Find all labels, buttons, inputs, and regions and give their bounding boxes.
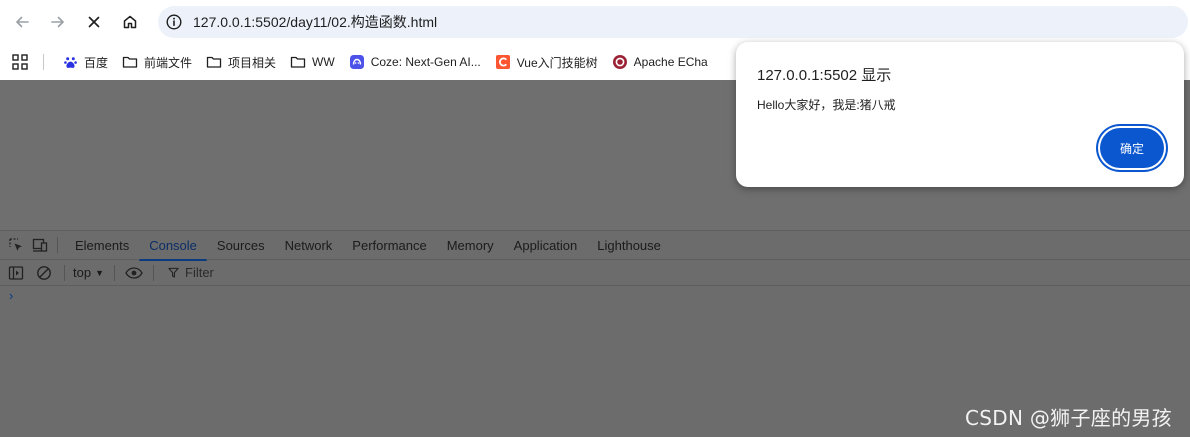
coze-icon (349, 54, 365, 70)
tab-performance[interactable]: Performance (342, 231, 436, 260)
context-selector[interactable]: top ▼ (73, 265, 104, 280)
back-icon (16, 16, 29, 28)
tab-application[interactable]: Application (504, 231, 588, 260)
caret-down-icon: ▼ (95, 267, 104, 278)
bookmark-label: Vue入门技能树 (516, 55, 598, 70)
watermark: CSDN @狮子座的男孩 (965, 406, 1172, 430)
console-toolbar: top ▼ Filter (0, 260, 1190, 286)
folder-icon (122, 54, 138, 70)
bookmarks-divider (43, 54, 44, 70)
filter-placeholder: Filter (185, 265, 214, 280)
bookmark-label: 百度 (84, 55, 109, 70)
stop-icon (88, 16, 100, 28)
apps-grid-icon[interactable] (11, 53, 29, 71)
context-label: top (73, 265, 92, 280)
address-url[interactable]: 127.0.0.1:5502/day11/02.构造函数.html (193, 12, 437, 32)
device-toolbar-icon[interactable] (32, 237, 48, 253)
tab-lighthouse[interactable]: Lighthouse (587, 231, 671, 260)
address-bar[interactable]: 127.0.0.1:5502/day11/02.构造函数.html (158, 6, 1188, 38)
console-divider (64, 264, 65, 281)
devtools-divider (57, 237, 58, 253)
filter-icon (168, 267, 179, 278)
bookmark-label: 前端文件 (144, 55, 193, 70)
bookmark-folder-project[interactable]: 项目相关 (199, 49, 283, 75)
csdn-icon (495, 54, 511, 70)
tab-elements[interactable]: Elements (65, 231, 139, 260)
console-divider (114, 264, 115, 281)
alert-dialog: 127.0.0.1:5502 显示 Hello大家好，我是:猪八戒 确定 (736, 42, 1184, 187)
bookmark-label: Coze: Next-Gen AI... (370, 55, 481, 69)
tab-console[interactable]: Console (139, 231, 207, 261)
baidu-icon (62, 54, 78, 70)
bookmark-folder-ww[interactable]: WW (283, 49, 342, 75)
tab-network[interactable]: Network (275, 231, 343, 260)
home-button[interactable] (112, 4, 148, 40)
filter-input[interactable]: Filter (168, 265, 214, 280)
eye-icon[interactable] (125, 265, 143, 281)
bookmark-coze[interactable]: Coze: Next-Gen AI... (342, 49, 488, 75)
bookmark-label: 项目相关 (228, 55, 277, 70)
browser-toolbar: 127.0.0.1:5502/day11/02.构造函数.html (0, 0, 1190, 44)
bookmark-folder-frontend[interactable]: 前端文件 (115, 49, 199, 75)
echarts-icon (612, 54, 628, 70)
forward-icon (51, 16, 64, 28)
sidebar-toggle-icon[interactable] (8, 265, 24, 281)
site-info-icon[interactable] (165, 13, 183, 31)
clear-console-icon[interactable] (36, 265, 52, 281)
bookmark-label: WW (312, 55, 335, 69)
home-icon (123, 15, 137, 29)
bookmark-echarts[interactable]: Apache ECha (605, 49, 715, 75)
bookmark-label: Apache ECha (633, 55, 708, 69)
tab-memory[interactable]: Memory (437, 231, 504, 260)
bookmark-baidu[interactable]: 百度 (55, 49, 115, 75)
stop-button[interactable] (76, 4, 112, 40)
back-button[interactable] (4, 4, 40, 40)
tab-sources[interactable]: Sources (207, 231, 275, 260)
folder-icon (206, 54, 222, 70)
ok-button[interactable]: 确定 (1100, 128, 1164, 168)
bookmark-vue[interactable]: Vue入门技能树 (488, 49, 605, 75)
console-prompt[interactable]: › (9, 288, 13, 303)
inspect-element-icon[interactable] (8, 237, 24, 253)
console-divider (153, 264, 154, 281)
dialog-message: Hello大家好，我是:猪八戒 (757, 98, 896, 112)
devtools-tabbar: Elements Console Sources Network Perform… (0, 231, 1190, 261)
dialog-title: 127.0.0.1:5502 显示 (757, 67, 892, 84)
forward-button[interactable] (40, 4, 76, 40)
folder-icon (290, 54, 306, 70)
